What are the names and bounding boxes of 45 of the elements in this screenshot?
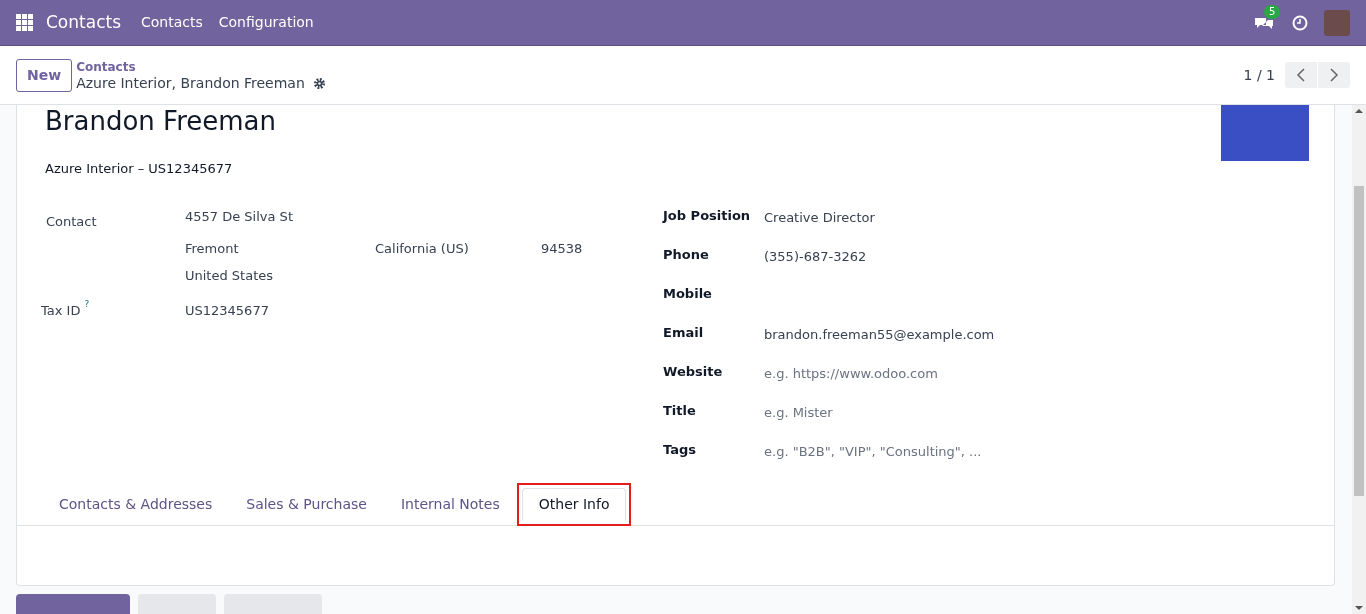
input-field[interactable]: e.g. https://www.odoo.com: [764, 364, 1094, 384]
zip-value: 94538: [541, 240, 583, 258]
field-value[interactable]: brandon.freeman55@example.com: [764, 325, 995, 345]
input-field[interactable]: e.g. Mister: [764, 403, 1094, 423]
state-value: California (US): [375, 240, 470, 258]
breadcrumb-link[interactable]: Contacts: [76, 59, 326, 75]
menu-item[interactable]: Configuration: [218, 12, 314, 33]
street-value: 4557 De Silva St: [185, 207, 294, 226]
form-tab[interactable]: Contacts & Addresses: [47, 487, 225, 521]
chevron-left-icon: [1296, 68, 1306, 82]
country-value: United States: [185, 266, 275, 285]
field-label: Website: [663, 363, 724, 381]
message-count-badge: 5: [1264, 4, 1281, 19]
previous-button[interactable]: [1285, 62, 1317, 88]
field-label: Job Position: [663, 207, 752, 225]
city-value: Fremont: [185, 240, 240, 258]
field-value[interactable]: (355)-687-3262: [764, 247, 867, 267]
field-label: Title: [663, 402, 697, 420]
next-button[interactable]: [1318, 62, 1350, 88]
field-label: Phone: [663, 246, 710, 264]
input-field[interactable]: e.g. "B2B", "VIP", "Consulting", ...: [764, 442, 1094, 462]
field-label: Email: [663, 324, 705, 342]
field-label: Contact: [45, 212, 98, 231]
gear-icon[interactable]: [312, 76, 326, 90]
chevron-right-icon: [1329, 68, 1339, 82]
field-value[interactable]: Creative Director: [764, 208, 875, 228]
apps-grid-icon[interactable]: [16, 13, 34, 32]
clock-icon[interactable]: [1292, 14, 1308, 31]
field-label: Tax ID: [41, 302, 81, 320]
record-title: Azure Interior, Brandon Freeman: [76, 75, 305, 91]
pager-value: 1 / 1: [1243, 65, 1275, 85]
field-label: Tags: [663, 441, 697, 459]
company-line: Azure Interior – US12345677: [45, 160, 234, 178]
new-button[interactable]: New: [16, 58, 73, 92]
app-title[interactable]: Contacts: [46, 9, 121, 36]
scrollbar[interactable]: [1352, 105, 1366, 614]
tax-id-value: US12345677: [185, 302, 269, 320]
help-tooltip-mark[interactable]: ?: [84, 298, 90, 312]
field-label: Mobile: [663, 285, 713, 303]
user-avatar[interactable]: [1324, 9, 1350, 36]
form-tab[interactable]: Internal Notes: [388, 487, 512, 521]
form-tab[interactable]: Other Info: [521, 487, 627, 521]
contact-name[interactable]: Brandon Freeman: [45, 105, 1221, 137]
form-tab[interactable]: Sales & Purchase: [234, 487, 379, 521]
menu-item[interactable]: Contacts: [141, 12, 203, 33]
